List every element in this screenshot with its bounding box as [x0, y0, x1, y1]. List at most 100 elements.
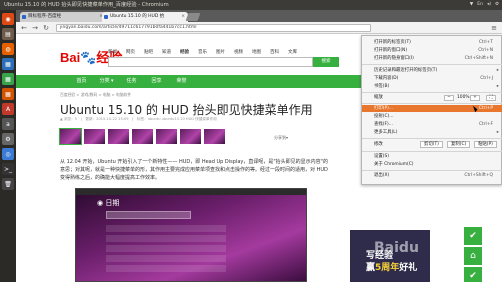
forward-icon[interactable]: →	[31, 24, 39, 32]
product-nav-link[interactable]: 地图	[252, 49, 261, 55]
site-nav-item[interactable]: 任务	[119, 75, 144, 88]
zoom-in-button[interactable]: +	[470, 95, 480, 101]
menu-downloads[interactable]: 下载内容(D) Ctrl+J	[362, 75, 502, 82]
site-nav-item[interactable]	[194, 75, 219, 88]
edit-label: 修改	[374, 142, 383, 147]
tab-target-program[interactable]: 目标程序-百度经 ×	[20, 12, 106, 22]
submenu-arrow-icon: ▸	[496, 68, 499, 73]
thumbnail[interactable]	[132, 129, 153, 144]
product-nav-link[interactable]: 文库	[288, 49, 297, 55]
menu-separator	[362, 151, 502, 152]
menu-history[interactable]: 历史记录和最近打开的标签页(T) ▸	[362, 67, 502, 74]
product-nav-link[interactable]: 网页	[126, 49, 135, 55]
menu-new-window[interactable]: 打开新的窗口(N) Ctrl+N	[362, 47, 502, 54]
tab-favicon	[22, 15, 26, 19]
screenshot-date-label: ◉ 日期	[97, 199, 120, 207]
chromium-icon[interactable]: ◎	[2, 148, 14, 160]
menu-about[interactable]: 关于 Chromium(C)	[362, 161, 502, 168]
ad-line-2: 赢5周年好礼	[366, 263, 418, 273]
tab-label: Ubuntu 15.10 的 HUD 抬	[110, 14, 165, 19]
site-nav-item[interactable]: 回享	[144, 75, 169, 88]
screenshot-topbar	[76, 189, 306, 195]
product-nav-link[interactable]: 经验	[180, 49, 189, 55]
share-button[interactable]: 分享到▾	[274, 135, 288, 141]
site-nav-item[interactable]	[244, 75, 269, 88]
site-nav-item[interactable]: 分类 ▾	[94, 75, 119, 88]
libreoffice-calc-icon[interactable]: ▦	[2, 73, 14, 85]
menu-new-tab[interactable]: 打开新的标签页(T) Ctrl+T	[362, 39, 502, 46]
fullscreen-icon[interactable]: ⛶	[486, 95, 496, 101]
terminal-icon[interactable]: >_	[2, 163, 14, 175]
menu-edit-row: 修改 剪切(T) 复制(C) 粘贴(P)	[362, 140, 502, 149]
libreoffice-writer-icon[interactable]: ▦	[2, 58, 14, 70]
site-nav-item[interactable]	[219, 75, 244, 88]
product-nav-link[interactable]: 音乐	[198, 49, 207, 55]
menu-cast[interactable]: 投射(C)...	[362, 113, 502, 120]
window-titlebar: Ubuntu 15.10 的 HUD 抬头即见快捷菜单作用_百度经验 - Chr…	[0, 0, 502, 10]
product-nav-link[interactable]: 图片	[216, 49, 225, 55]
product-nav-link[interactable]: 新闻	[108, 49, 117, 55]
new-tab-button[interactable]	[185, 13, 201, 21]
product-nav-link[interactable]: 知道	[162, 49, 171, 55]
menu-print[interactable]: 打印(P)... Ctrl+P	[362, 105, 502, 112]
cut-button[interactable]: 剪切(T)	[420, 141, 443, 148]
browser-toolbar: ← → ↻ jingyan.baidu.com/article/49711c61…	[16, 22, 502, 34]
thumbnail[interactable]	[180, 129, 201, 144]
product-nav-link[interactable]: 视频	[234, 49, 243, 55]
search-input[interactable]	[108, 57, 313, 67]
trash-icon[interactable]: 🗑	[2, 178, 14, 190]
firefox-icon[interactable]: ◍	[2, 43, 14, 55]
thumbnail[interactable]	[204, 129, 225, 144]
zoom-out-button[interactable]: −	[444, 95, 454, 101]
address-bar[interactable]: jingyan.baidu.com/article/49711c617791b0…	[56, 24, 371, 32]
thumbnail[interactable]	[84, 129, 105, 144]
menu-separator	[362, 92, 502, 93]
menu-settings[interactable]: 设置(S)	[362, 153, 502, 160]
keyboard-layout-indicator[interactable]: En	[477, 0, 483, 10]
files-icon[interactable]: ▤	[2, 28, 14, 40]
copy-button[interactable]: 复制(C)	[447, 141, 471, 148]
reload-icon[interactable]: ↻	[42, 24, 50, 32]
menu-more-tools[interactable]: 更多工具(L) ▸	[362, 129, 502, 136]
product-nav-link[interactable]: 百科	[270, 49, 279, 55]
chrome-menu-icon[interactable]: ≡	[490, 24, 498, 32]
amazon-icon[interactable]: a	[2, 118, 14, 130]
tab-strip: 目标程序-百度经 × Ubuntu 15.10 的 HUD 抬 ×	[16, 10, 502, 22]
site-nav-item[interactable]: 荣誉	[169, 75, 194, 88]
product-nav-link[interactable]: 贴吧	[144, 49, 153, 55]
back-icon[interactable]: ←	[20, 24, 28, 32]
side-action-icon[interactable]: ⌂	[464, 247, 482, 265]
software-center-icon[interactable]: A	[2, 103, 14, 115]
libreoffice-impress-icon[interactable]: ▦	[2, 88, 14, 100]
side-action-icon[interactable]: ✔	[464, 267, 482, 282]
settings-icon[interactable]: ⚙	[2, 133, 14, 145]
write-experience-ad[interactable]: Baidu 写经验 赢5周年好礼	[350, 230, 430, 282]
tab-close-icon[interactable]: ×	[181, 12, 185, 22]
system-gear-icon[interactable]: ⚙	[495, 0, 499, 10]
logo-text: Bai	[60, 50, 81, 65]
side-action-icon[interactable]: ✔	[464, 227, 482, 245]
tab-ubuntu-hud[interactable]: Ubuntu 15.10 的 HUD 抬 ×	[102, 12, 188, 22]
ubuntu-logo-icon[interactable]: ◉	[2, 13, 14, 25]
baidu-paw-icon: 🐾	[80, 50, 97, 65]
menu-incognito[interactable]: 打开新的隐身窗口(I) Ctrl+Shift+N	[362, 55, 502, 62]
volume-icon[interactable]: ◂)	[487, 0, 491, 10]
zoom-value: 100%	[457, 95, 470, 100]
window-title: Ubuntu 15.10 的 HUD 抬头即见快捷菜单作用_百度经验 - Chr…	[4, 2, 169, 8]
menu-exit[interactable]: 退出(X) Ctrl+Shift+Q	[362, 172, 502, 179]
network-icon[interactable]: ▼	[470, 0, 473, 10]
site-nav-item[interactable]: 首页	[69, 75, 94, 88]
menu-bookmarks[interactable]: 书签(B) ▸	[362, 83, 502, 90]
zoom-label: 缩放	[374, 95, 383, 100]
step-thumbnails	[59, 128, 225, 145]
paste-button[interactable]: 粘贴(P)	[474, 141, 497, 148]
screenshot-search-field	[106, 211, 191, 219]
thumbnail[interactable]	[156, 129, 177, 144]
menu-find[interactable]: 查找(F)... Ctrl+F	[362, 121, 502, 128]
chromium-window: 目标程序-百度经 × Ubuntu 15.10 的 HUD 抬 × ← → ↻ …	[16, 10, 502, 282]
screenshot-row	[106, 225, 226, 232]
thumbnail[interactable]	[59, 128, 82, 145]
thumbnail[interactable]	[108, 129, 129, 144]
menu-separator	[362, 170, 502, 171]
search-button[interactable]: 搜索	[313, 57, 339, 67]
